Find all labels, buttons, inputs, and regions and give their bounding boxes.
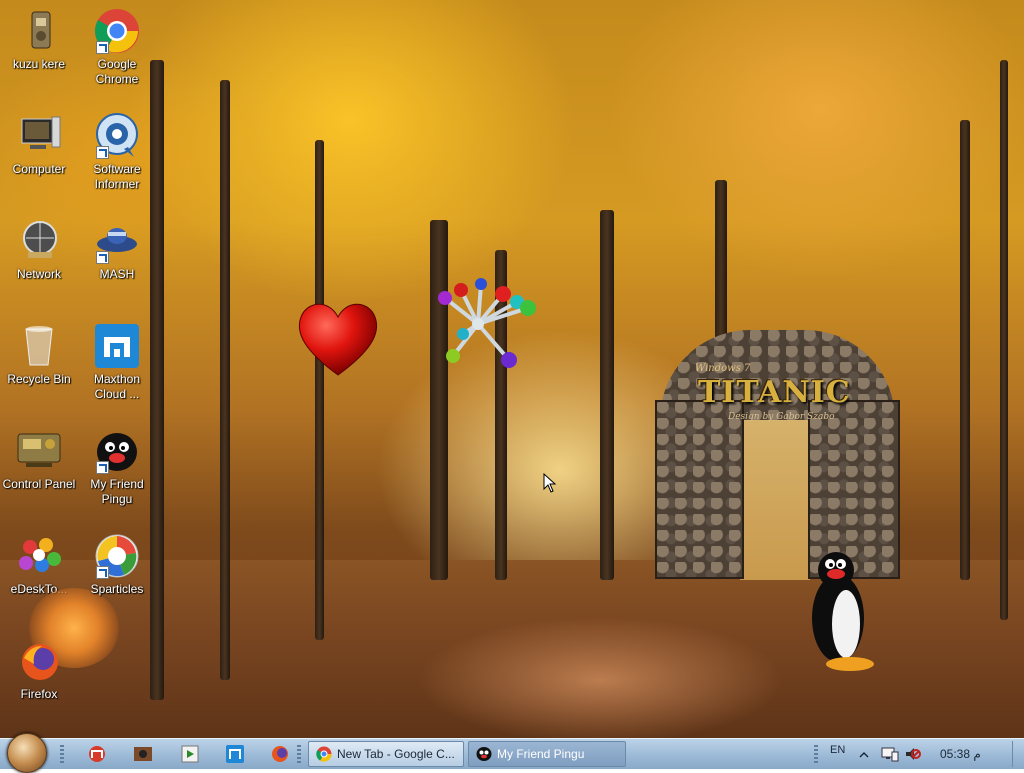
desktop-icon-label: MASH <box>99 267 135 281</box>
computer-icon <box>16 113 62 159</box>
maxthon-icon <box>94 323 140 369</box>
desktop-icon-recycle-bin[interactable]: Recycle Bin <box>0 323 78 387</box>
desktop-icon-label: Firefox <box>20 687 58 701</box>
taskbar-item-chrome[interactable]: New Tab - Google C... <box>308 741 464 767</box>
start-button[interactable] <box>7 733 47 773</box>
desktop-icon-label: Network <box>16 267 61 281</box>
network-icon <box>16 218 62 264</box>
quicklaunch-pingu-window-icon[interactable] <box>133 744 153 764</box>
desktop-icon-maxthon-cloud[interactable]: Maxthon Cloud ... <box>78 323 156 402</box>
pingu-character[interactable] <box>806 548 882 672</box>
language-indicator[interactable]: EN <box>830 744 845 756</box>
tree-trunk <box>430 220 448 580</box>
shortcut-arrow-icon <box>96 251 109 264</box>
quicklaunch-maxthon-cloud-icon[interactable] <box>225 744 245 764</box>
desktop-icon-google-chrome[interactable]: Google Chrome <box>78 8 156 87</box>
taskbar: New Tab - Google C... My Friend Pingu EN… <box>0 733 1024 773</box>
desktop-icon-label: My Friend Pingu <box>90 477 144 506</box>
quicklaunch-media-player-icon[interactable] <box>180 744 200 764</box>
desktop-icon-label: Google Chrome <box>95 57 139 86</box>
tree-trunk <box>960 120 970 580</box>
edesktop-icon <box>16 533 62 579</box>
desktop-icon-label: Software Informer <box>93 162 141 191</box>
pingu-icon <box>94 428 140 474</box>
software-informer-icon <box>94 113 140 159</box>
show-desktop-button[interactable] <box>1012 741 1023 767</box>
quicklaunch-maxthon-icon[interactable] <box>87 744 107 764</box>
taskbar-grip[interactable] <box>814 745 818 763</box>
sparticles-icon <box>94 533 140 579</box>
desktop-icon-label: Recycle Bin <box>7 372 71 386</box>
recycle-bin-icon <box>16 323 62 369</box>
desktop-icon-edesktop[interactable]: eDeskTo... <box>0 533 78 597</box>
wallpaper-brand-tagline: Design by Gabor Szabo <box>728 412 835 422</box>
desktop-icon-my-friend-pingu[interactable]: My Friend Pingu <box>78 428 156 507</box>
control-panel-icon <box>16 428 62 474</box>
desktop-icon-label: Control Panel <box>2 477 76 491</box>
pingu-icon <box>476 746 492 762</box>
tree-trunk <box>315 140 324 640</box>
shortcut-arrow-icon <box>96 461 109 474</box>
desktop-icon-label: Sparticles <box>90 582 144 596</box>
desktop-icon-label: kuzu kere <box>12 57 66 71</box>
wallpaper-brand-small: Windows 7 <box>695 363 751 374</box>
firefox-icon <box>16 638 62 684</box>
chrome-icon <box>94 8 140 54</box>
taskbar-item-label: My Friend Pingu <box>497 747 585 761</box>
desktop-icon-label: Maxthon Cloud ... <box>93 372 141 401</box>
folder-archive-icon <box>16 8 62 54</box>
desktop-icon-control-panel[interactable]: Control Panel <box>0 428 78 492</box>
stone-arch-left-pillar <box>655 400 744 579</box>
show-hidden-icons-chevron-up-icon[interactable] <box>858 744 878 764</box>
system-clock[interactable]: 05:38 م <box>940 747 981 761</box>
desktop-icon-firefox[interactable]: Firefox <box>0 638 78 702</box>
desktop-icon-label: Computer <box>12 162 66 176</box>
tray-network-icon[interactable] <box>880 744 900 764</box>
quicklaunch-firefox-icon[interactable] <box>270 744 290 764</box>
molecule-gadget[interactable] <box>433 276 538 371</box>
mouse-pointer-icon <box>543 472 557 498</box>
taskbar-item-label: New Tab - Google C... <box>337 747 455 761</box>
mash-icon <box>94 218 140 264</box>
taskbar-grip[interactable] <box>297 745 301 763</box>
shortcut-arrow-icon <box>96 146 109 159</box>
tree-trunk <box>1000 60 1008 620</box>
wallpaper-brand-title: TITANIC <box>698 375 851 410</box>
desktop-icon-mash[interactable]: MASH <box>78 218 156 282</box>
desktop-icon-sparticles[interactable]: Sparticles <box>78 533 156 597</box>
heart-gadget[interactable] <box>295 295 381 381</box>
shortcut-arrow-icon <box>96 566 109 579</box>
taskbar-item-pingu[interactable]: My Friend Pingu <box>468 741 626 767</box>
desktop-icon-software-informer[interactable]: Software Informer <box>78 113 156 192</box>
desktop-icon-kuzu-kere[interactable]: kuzu kere <box>0 8 78 72</box>
chrome-icon <box>316 746 332 762</box>
desktop-icon-computer[interactable]: Computer <box>0 113 78 177</box>
taskbar-grip[interactable] <box>60 745 64 763</box>
desktop-icon-network[interactable]: Network <box>0 218 78 282</box>
shortcut-arrow-icon <box>96 41 109 54</box>
tray-volume-icon[interactable] <box>903 744 923 764</box>
arch-opening <box>740 410 810 580</box>
tree-trunk <box>220 80 230 680</box>
tree-trunk <box>600 210 614 580</box>
